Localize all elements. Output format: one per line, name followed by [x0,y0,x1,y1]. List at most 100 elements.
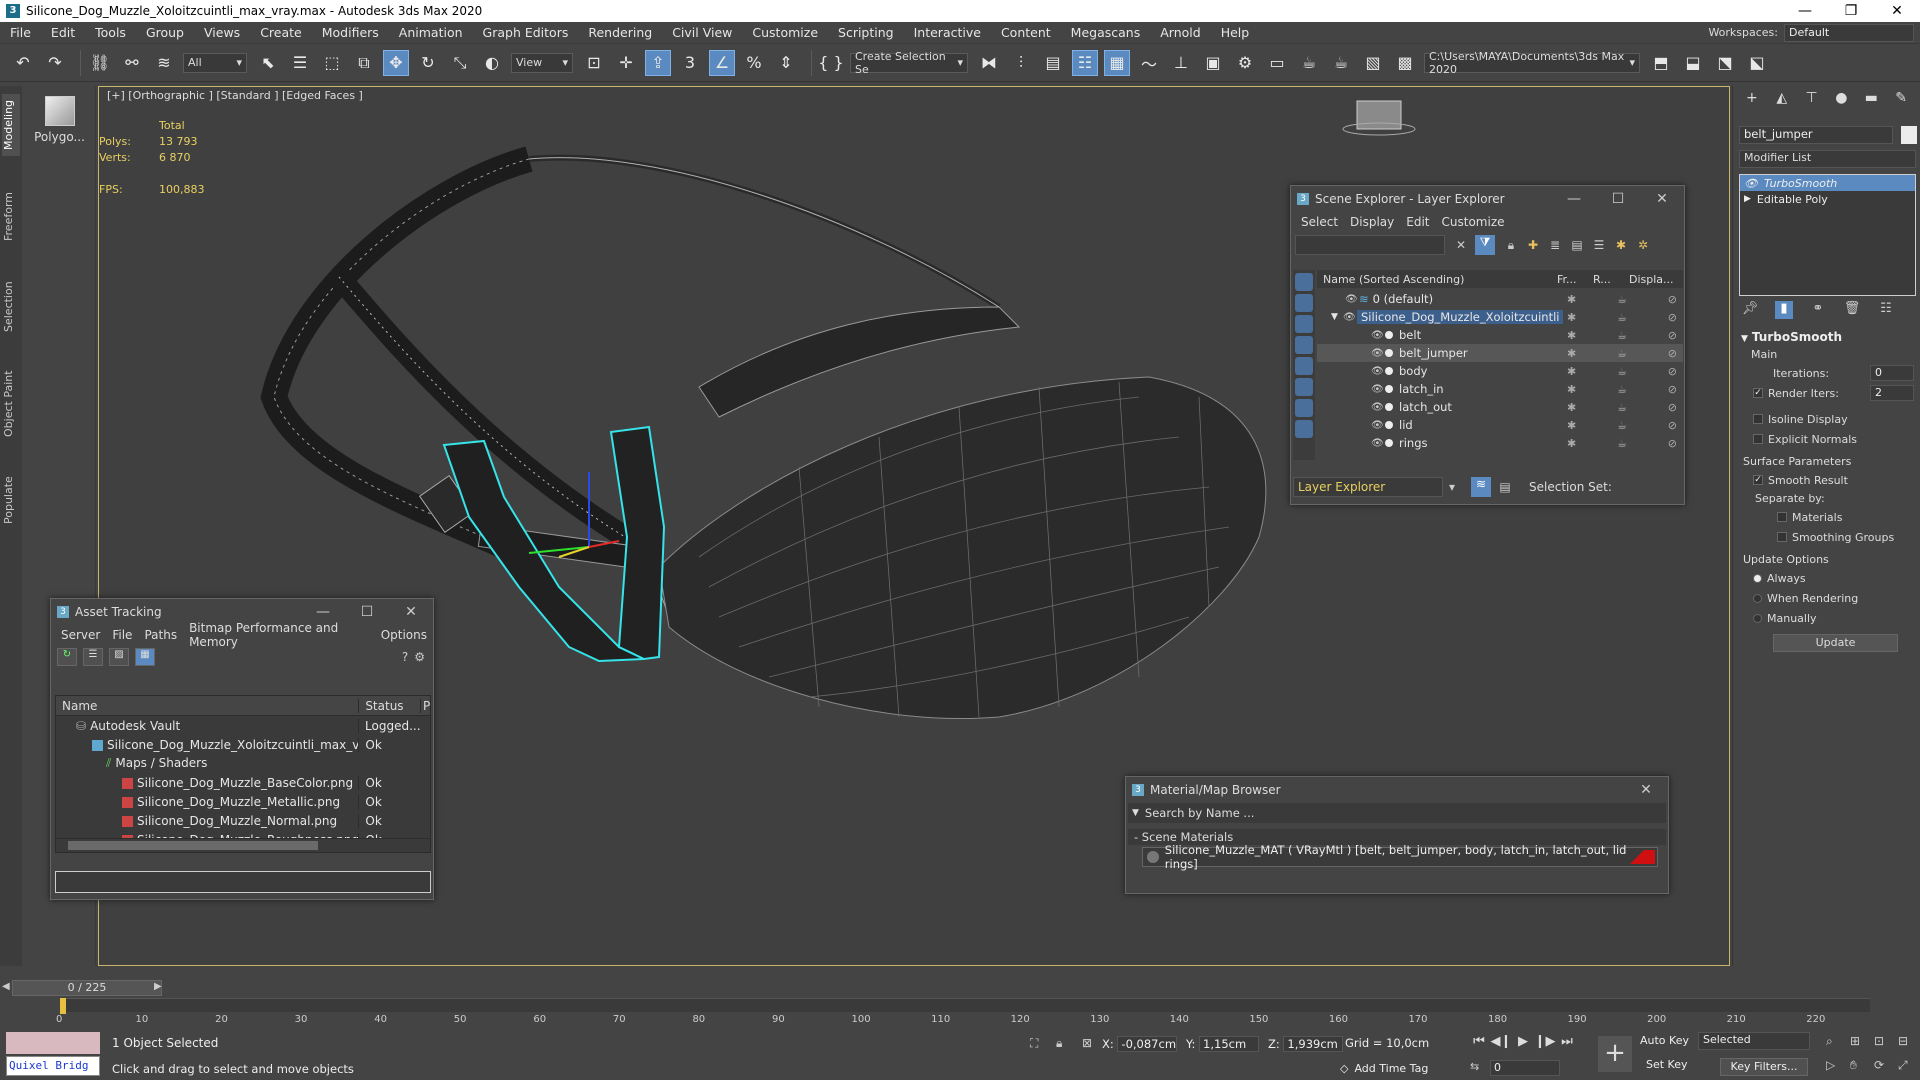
previous-frame-icon[interactable]: ◀❙ [1490,1034,1512,1049]
snaps-toggle-icon[interactable]: 3 [677,50,703,76]
eye-icon[interactable]: 👁︎ [1371,402,1385,413]
menu-civil-view[interactable]: Civil View [662,25,742,40]
render-iterative-icon[interactable]: ☕ [1328,50,1354,76]
viewcube[interactable] [1356,100,1402,130]
stack-item-turbosmooth[interactable]: 👁︎ TurboSmooth [1740,175,1915,191]
tree-row-lid[interactable]: 👁︎ lid ✱ ☕ ⊘ [1317,416,1683,434]
set-project-icon[interactable]: ⬕ [1744,50,1770,76]
rectangular-selection-icon[interactable]: ⬚ [319,50,345,76]
tree-row-rings[interactable]: 👁︎ rings ✱ ☕ ⊘ [1317,434,1683,452]
field-of-view-icon[interactable]: ▷ [1826,1058,1835,1072]
display-icon[interactable]: ⊘ [1668,293,1677,306]
teapot-icon[interactable]: ☕ [1617,329,1627,342]
render-setup-icon[interactable]: ⚙ [1232,50,1258,76]
eye-icon[interactable]: 👁︎ [1371,438,1385,449]
show-end-result-icon[interactable]: ▮ [1775,301,1793,319]
menu-content[interactable]: Content [991,25,1061,40]
display-spacewarps-icon[interactable] [1295,378,1313,396]
smooth-result-checkbox[interactable]: ✓ [1753,475,1763,485]
teapot-icon[interactable]: ☕ [1617,347,1627,360]
key-mode-toggle-icon[interactable]: ⇆ [1470,1060,1479,1073]
teapot-icon[interactable]: ☕ [1617,293,1627,306]
material-browser-titlebar[interactable]: 3 Material/Map Browser ✕ [1126,777,1668,803]
when-rendering-radio[interactable] [1753,593,1762,603]
freeze-icon[interactable]: ✱ [1567,401,1576,414]
eye-icon[interactable]: 👁︎ [1371,366,1385,377]
pivot-center-icon[interactable]: ⊡ [581,50,607,76]
scrollbar-thumb[interactable] [68,841,318,850]
eye-icon[interactable]: 👁︎ [1371,384,1385,395]
tree-row-latch-in[interactable]: 👁︎ latch_in ✱ ☕ ⊘ [1317,380,1683,398]
menu-views[interactable]: Views [194,25,250,40]
col-frozen-header[interactable]: Fr... [1557,273,1593,286]
toggle-scene-explorer-icon[interactable]: ▤ [1040,50,1066,76]
col-display-header[interactable]: Displa... [1629,273,1679,286]
new-layer-icon[interactable]: ✚ [1523,238,1543,252]
render-production-icon[interactable]: ☕ [1296,50,1322,76]
mirror-icon[interactable]: ⧓ [976,50,1002,76]
se-menu-display[interactable]: Display [1344,215,1400,229]
next-frame-arrow-icon[interactable]: ▶ [154,981,162,992]
menu-rendering[interactable]: Rendering [578,25,662,40]
thumbnail-view-icon[interactable]: ▨ [109,648,129,666]
minimize-button[interactable]: — [1782,3,1828,19]
help-icon[interactable]: ? [402,650,408,664]
minimize-icon[interactable]: — [1552,191,1596,207]
asset-row-vault[interactable]: ⛁ Autodesk Vault Logged... [56,716,430,735]
close-icon[interactable]: ✕ [389,604,433,620]
toggle-ribbon-icon[interactable]: ▦ [1104,49,1130,76]
eye-icon[interactable]: 👁︎ [1371,420,1385,431]
minimize-icon[interactable]: — [301,604,345,620]
workspace-selector[interactable]: Workspaces: Default [1708,23,1914,42]
coord-y-field[interactable]: 1,15cm [1199,1036,1260,1052]
lock-icon[interactable]: 🔒︎ [1501,238,1521,253]
motion-tab-icon[interactable]: ● [1830,90,1852,110]
asset-row-normal[interactable]: Silicone_Dog_Muzzle_Normal.png Ok [56,811,430,830]
zoom-extents-all-icon[interactable]: ⊟ [1898,1034,1908,1048]
select-by-name-icon[interactable]: ☰ [287,50,313,76]
se-menu-edit[interactable]: Edit [1400,215,1435,229]
display-icon[interactable]: ⊘ [1668,437,1677,450]
tab-populate[interactable]: Populate [2,470,20,530]
add-time-tag[interactable]: ◇ Add Time Tag [1340,1062,1428,1075]
schematic-view-icon[interactable]: ⊥ [1168,50,1194,76]
menu-create[interactable]: Create [250,25,312,40]
display-geometry-icon[interactable] [1295,294,1313,312]
set-keys-icon[interactable]: + [1598,1036,1632,1072]
material-item[interactable]: Silicone_Muzzle_MAT ( VRayMtl ) [belt, b… [1142,843,1658,871]
teapot-icon[interactable]: ☕ [1617,401,1627,414]
isolate-selection-icon[interactable]: ⛶ [1030,1036,1038,1051]
always-radio[interactable] [1753,573,1762,583]
select-and-move-icon[interactable]: ✥ [383,49,409,76]
asset-row-max-file[interactable]: Silicone_Dog_Muzzle_Xoloitzcuintli_max_v… [56,735,430,754]
orbit-icon[interactable]: ⟳ [1874,1058,1884,1072]
manipulate-icon[interactable]: ✛ [613,50,639,76]
reference-coordinate-dropdown[interactable]: View ▾ [511,52,573,73]
toggle-layer-explorer-icon[interactable]: ☷ [1072,49,1098,76]
edit-named-selection-icon[interactable]: { } [818,50,844,76]
layer-stack-icon[interactable]: ▤ [1567,238,1587,252]
display-none-icon[interactable] [1295,273,1313,291]
maximize-icon[interactable]: ☐ [1596,191,1640,207]
remove-modifier-icon[interactable]: 🗑︎ [1843,301,1861,319]
render-in-cloud-icon[interactable]: ▩ [1392,50,1418,76]
named-selection-dropdown[interactable]: Create Selection Se ▾ [850,50,968,76]
prev-frame-arrow-icon[interactable]: ◀ [2,981,10,992]
auto-key-button[interactable]: Auto Key [1640,1034,1689,1047]
key-mode-dropdown[interactable]: Selected [1698,1032,1810,1050]
freeze-icon[interactable]: ✱ [1567,419,1576,432]
configure-modifier-sets-icon[interactable]: ☷ [1877,301,1895,319]
render-iters-spinner[interactable]: 2 [1870,385,1914,401]
utilities-tab-icon[interactable]: ✎ [1890,90,1912,110]
pan-view-icon[interactable]: ✋︎ [1850,1058,1857,1073]
maximize-icon[interactable]: ☐ [345,604,389,620]
display-groups-icon[interactable] [1295,399,1313,417]
go-to-start-icon[interactable]: ⏮ [1468,1034,1490,1049]
project-path-dropdown[interactable]: C:\Users\MAYA\Documents\3ds Max 2020 ▾ [1424,50,1640,76]
scene-explorer-titlebar[interactable]: 3 Scene Explorer - Layer Explorer — ☐ ✕ [1291,186,1684,212]
window-crossing-icon[interactable]: ⧉ [351,50,377,76]
bind-space-warp-icon[interactable]: ≋ [151,50,177,76]
open-project-icon[interactable]: ⬓ [1680,50,1706,76]
eye-icon[interactable]: 👁︎ [1744,177,1758,190]
menu-edit[interactable]: Edit [41,25,85,40]
